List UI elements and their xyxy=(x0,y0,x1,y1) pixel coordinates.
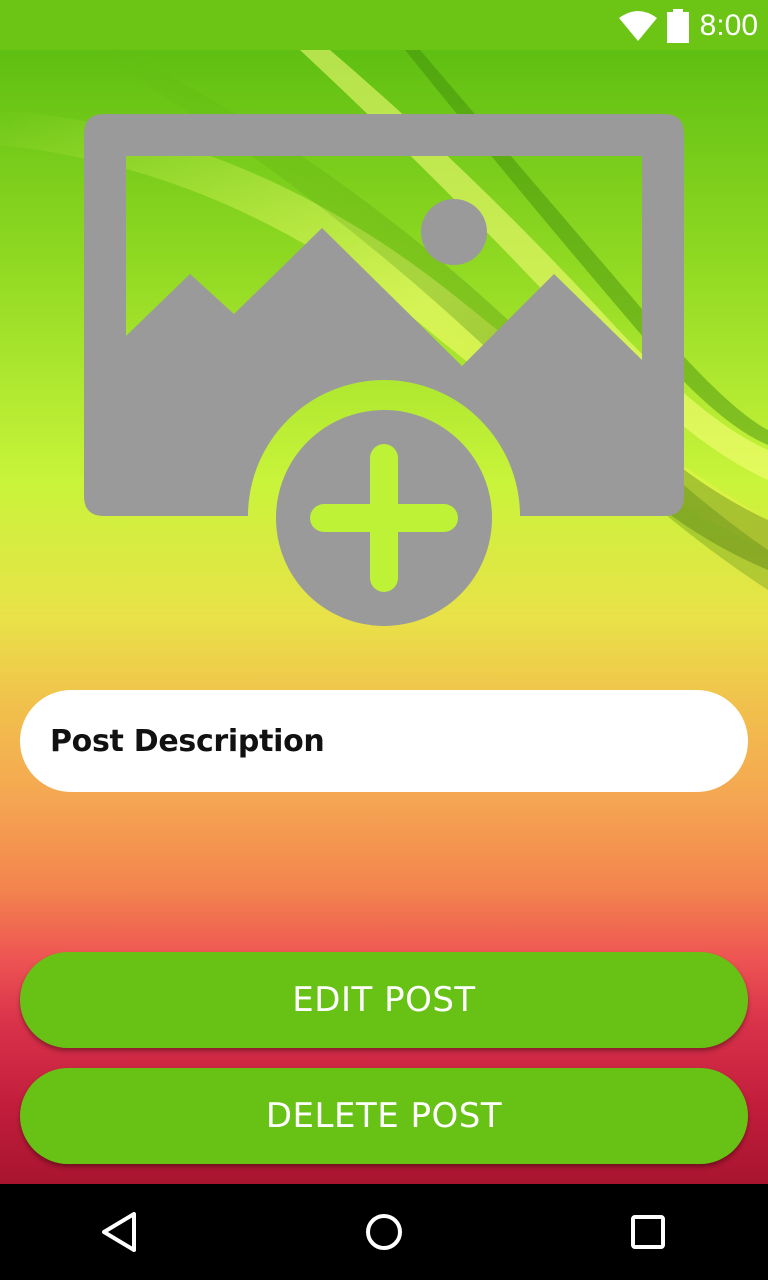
main-content: Post Description EDIT POST DELETE POST xyxy=(0,50,768,1184)
delete-post-button[interactable]: DELETE POST xyxy=(20,1068,748,1164)
back-icon[interactable] xyxy=(96,1208,144,1256)
edit-post-button[interactable]: EDIT POST xyxy=(20,952,748,1048)
navigation-bar xyxy=(0,1184,768,1280)
app-screen: 8:00 Post Description EDIT POST DELETE P… xyxy=(0,0,768,1280)
post-description-value: Post Description xyxy=(50,723,325,759)
battery-icon xyxy=(666,9,689,43)
wifi-icon xyxy=(618,11,657,41)
recents-icon[interactable] xyxy=(624,1208,672,1256)
status-bar: 8:00 xyxy=(0,0,768,50)
status-time: 8:00 xyxy=(699,9,758,42)
status-icons: 8:00 xyxy=(618,6,758,46)
add-photo-icon[interactable] xyxy=(84,114,684,626)
home-icon[interactable] xyxy=(360,1208,408,1256)
post-description-field[interactable]: Post Description xyxy=(20,690,748,792)
